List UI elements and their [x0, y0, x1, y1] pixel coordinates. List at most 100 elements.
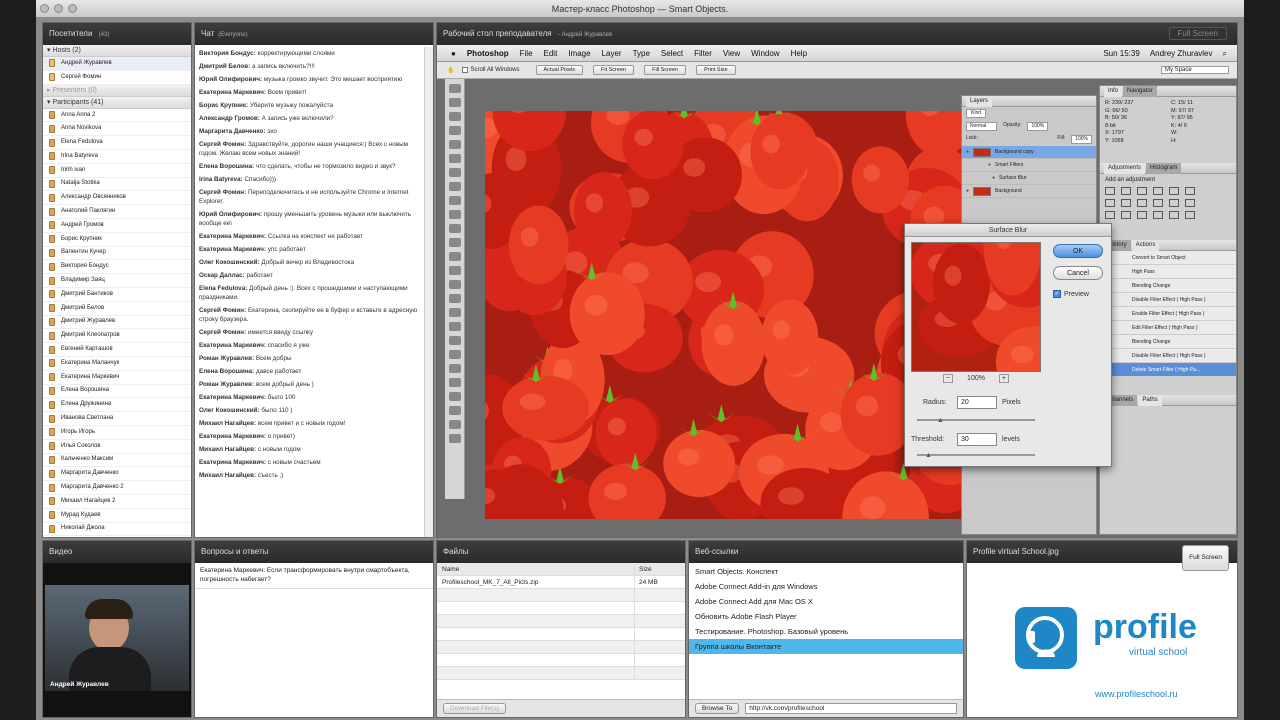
adjustment-icon[interactable] [1185, 211, 1195, 219]
participant-row[interactable]: Natalja Stotika [43, 178, 191, 192]
col-size[interactable]: Size [635, 563, 685, 575]
navigator-tab[interactable]: Navigator [1123, 86, 1157, 97]
history-step[interactable]: Enable Filter Effect ( High Pass ) [1100, 307, 1236, 321]
tool-icon[interactable] [448, 182, 461, 191]
close-window-button[interactable] [40, 4, 49, 13]
eye-icon[interactable]: ● [992, 172, 995, 185]
participant-row[interactable]: Иванова Светлана [43, 412, 191, 426]
url-field[interactable]: http://vk.com/profileschool [745, 703, 957, 714]
history-step[interactable]: High Pass [1100, 265, 1236, 279]
workspace-select[interactable]: My Space [1161, 66, 1229, 74]
tool-icon[interactable] [448, 140, 461, 149]
participants-group[interactable]: ▾ Participants (41) [43, 96, 191, 109]
participant-row[interactable]: Екатерина Маркевич [43, 371, 191, 385]
threshold-slider[interactable] [917, 454, 1035, 456]
history-step[interactable]: Delete Smart Filter ( High Pa... [1100, 363, 1236, 377]
chat-scrollbar[interactable] [424, 47, 433, 537]
adjustment-icon[interactable] [1185, 187, 1195, 195]
history-step[interactable]: Convert to Smart Object [1100, 251, 1236, 265]
tool-icon[interactable] [448, 308, 461, 317]
tool-icon[interactable] [448, 434, 461, 443]
adjustment-icon[interactable] [1153, 211, 1163, 219]
adjustment-icon[interactable] [1137, 187, 1147, 195]
participant-row[interactable]: Виктория Бондус [43, 260, 191, 275]
eye-icon[interactable]: ● [966, 146, 969, 159]
tool-icon[interactable] [448, 84, 461, 93]
tool-icon[interactable] [448, 154, 461, 163]
participant-row[interactable]: Маргарита Давченко [43, 467, 191, 482]
participant-row[interactable]: Маргарита Давченко 2 [43, 481, 191, 495]
tool-icon[interactable] [448, 280, 461, 289]
participant-row[interactable]: Николай Джола [43, 523, 191, 537]
threshold-slider-thumb[interactable]: ▲ [925, 452, 932, 459]
history-step[interactable]: Edit Filter Effect ( High Pass ) [1100, 321, 1236, 335]
participant-row[interactable]: Дмитрий Бантиков [43, 288, 191, 302]
file-row[interactable]: Profileschool_MK_7_All_Picts.zip 24 MB [437, 576, 685, 589]
layer-row[interactable]: ● Background [962, 185, 1096, 198]
ok-button[interactable]: OK [1053, 244, 1103, 258]
zoom-out-icon[interactable]: − [943, 374, 954, 383]
participant-row[interactable]: Anna Anna 2 [43, 109, 191, 123]
adjustments-tab[interactable]: Adjustments [1104, 163, 1146, 174]
tool-icon[interactable] [448, 392, 461, 401]
history-step[interactable]: Disable Filter Effect ( High Pass ) [1100, 349, 1236, 363]
participant-row[interactable]: Дмитрий Белов [43, 302, 191, 316]
web-link[interactable]: Adobe Connect Add для Mac OS X [689, 594, 963, 609]
actions-tab[interactable]: Actions [1131, 240, 1160, 251]
participant-row[interactable]: Дмитрий Клеопатров [43, 329, 191, 344]
menu-help[interactable]: Help [791, 45, 807, 62]
adjustment-icon[interactable] [1153, 187, 1163, 195]
blend-mode-select[interactable]: Normal [966, 122, 998, 131]
participant-row[interactable]: Дмитрий Журавлев [43, 316, 191, 330]
hand-tool-icon[interactable]: ✋ [447, 67, 454, 74]
radius-slider[interactable] [917, 419, 1035, 421]
history-step[interactable]: Blending Change [1100, 279, 1236, 293]
participant-row[interactable]: Игорь Игорь [43, 426, 191, 440]
web-link[interactable]: Adobe Connect Add-in для Windows [689, 579, 963, 594]
participant-row[interactable]: Андрей Громов [43, 219, 191, 233]
adjustment-icon[interactable] [1169, 187, 1179, 195]
image-fullscreen-button[interactable]: Full Screen [1182, 545, 1229, 571]
host-row[interactable]: Андрей Журавлев [43, 57, 191, 71]
cancel-button[interactable]: Cancel [1053, 266, 1103, 280]
layer-row[interactable]: ● Smart Filters [962, 159, 1096, 172]
preview-pane[interactable] [911, 242, 1041, 372]
adjustment-icon[interactable] [1169, 199, 1179, 207]
qa-question[interactable]: Екатерина Маркевич: Если трансформироват… [195, 563, 433, 589]
paths-tab[interactable]: Paths [1138, 395, 1162, 406]
menu-window[interactable]: Window [751, 45, 779, 62]
tool-icon[interactable] [448, 336, 461, 345]
user-name[interactable]: Andrey Zhuravlev [1150, 45, 1213, 62]
view-button[interactable]: Actual Pixels [535, 65, 583, 75]
histogram-tab[interactable]: Histogram [1146, 163, 1182, 174]
tool-icon[interactable] [448, 238, 461, 247]
participant-row[interactable]: Илья Соколов [43, 440, 191, 454]
preview-checkbox[interactable]: ✓ Preview [1053, 290, 1089, 298]
tool-icon[interactable] [448, 252, 461, 261]
view-button[interactable]: Fit Screen [593, 65, 635, 75]
participant-row[interactable]: Мурад Кудаев [43, 509, 191, 523]
host-row[interactable]: Сергей Фомин [43, 71, 191, 85]
participant-row[interactable]: Евгений Карташов [43, 343, 191, 357]
history-step[interactable]: Disable Filter Effect ( High Pass ) [1100, 293, 1236, 307]
participant-row[interactable]: Анатолий Паклягин [43, 205, 191, 219]
view-button[interactable]: Fill Screen [644, 65, 687, 75]
menu-edit[interactable]: Edit [544, 45, 558, 62]
menu-select[interactable]: Select [661, 45, 683, 62]
participant-row[interactable]: Владимир Заяц [43, 274, 191, 288]
adjustment-icon[interactable] [1137, 199, 1147, 207]
window-controls[interactable] [40, 4, 77, 13]
menu-type[interactable]: Type [633, 45, 650, 62]
menu-layer[interactable]: Layer [602, 45, 622, 62]
zoom-in-icon[interactable]: + [998, 374, 1009, 383]
tool-icon[interactable] [448, 224, 461, 233]
threshold-input[interactable]: 30 [957, 433, 997, 446]
info-tab[interactable]: Info [1104, 86, 1123, 97]
participant-row[interactable]: Кальченко Максим [43, 454, 191, 468]
adjustment-icon[interactable] [1121, 187, 1131, 195]
participant-row[interactable]: Iririh ivan [43, 164, 191, 178]
view-button[interactable]: Print Size [696, 65, 736, 75]
participant-row[interactable]: Anna Novikova [43, 122, 191, 137]
opacity-field[interactable]: 100% [1027, 122, 1049, 131]
participant-row[interactable]: Elena Fedulova [43, 136, 191, 150]
